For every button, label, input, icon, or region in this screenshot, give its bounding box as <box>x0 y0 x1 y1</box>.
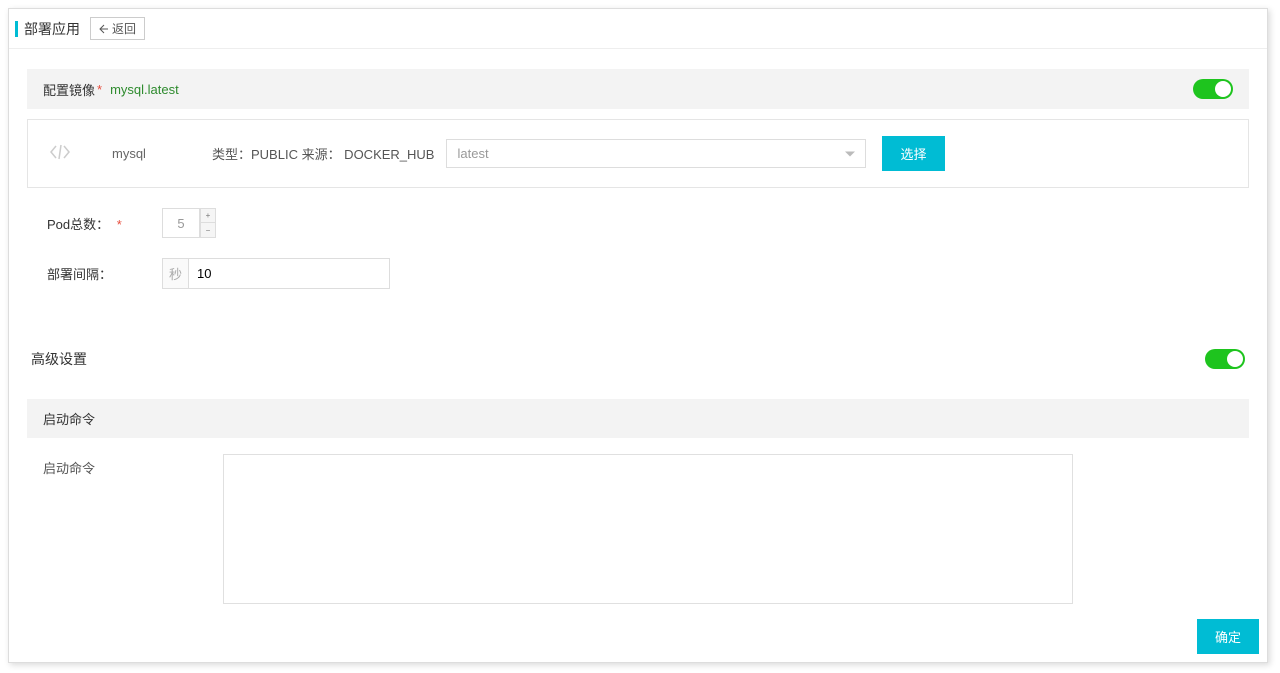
interval-input[interactable] <box>189 261 389 286</box>
page-container: 部署应用 返回 配置镜像 * mysql.latest mysql 类型：PUB <box>8 8 1268 663</box>
required-star: * <box>117 217 122 232</box>
pod-count-row: Pod总数： * + − <box>47 208 1229 238</box>
startup-body: 启动命令 <box>27 438 1249 619</box>
image-section-title: 配置镜像 <box>43 80 95 99</box>
confirm-button[interactable]: 确定 <box>1197 619 1259 654</box>
stepper-up-button[interactable]: + <box>200 208 216 223</box>
type-source-text: 类型：PUBLIC 来源： DOCKER_HUB <box>212 144 434 163</box>
advanced-title: 高级设置 <box>31 349 87 369</box>
pod-count-stepper: + − <box>162 208 216 238</box>
tag-dropdown-value: latest <box>457 146 488 161</box>
image-section-toggle[interactable] <box>1193 79 1233 99</box>
back-button-label: 返回 <box>112 20 136 37</box>
page-header: 部署应用 返回 <box>9 9 1267 49</box>
interval-unit: 秒 <box>163 259 189 288</box>
image-section-header-left: 配置镜像 * mysql.latest <box>43 80 179 99</box>
stepper-down-button[interactable]: − <box>200 223 216 238</box>
code-icon <box>48 143 72 164</box>
deploy-interval-label: 部署间隔： <box>47 264 162 283</box>
pod-count-input[interactable] <box>162 208 200 238</box>
required-star: * <box>97 82 102 97</box>
tag-dropdown[interactable]: latest <box>446 139 866 168</box>
startup-label: 启动命令 <box>43 454 223 477</box>
advanced-header: 高级设置 <box>15 339 1261 379</box>
select-image-button[interactable]: 选择 <box>882 136 944 171</box>
interval-input-wrap: 秒 <box>162 258 390 289</box>
image-full-name: mysql.latest <box>110 82 179 97</box>
back-button[interactable]: 返回 <box>90 17 145 40</box>
advanced-section: 高级设置 启动命令 启动命令 <box>15 339 1261 619</box>
startup-section-title: 启动命令 <box>27 399 1249 438</box>
image-config-section: 配置镜像 * mysql.latest mysql 类型：PUBLIC 来源： … <box>27 69 1249 289</box>
deploy-interval-row: 部署间隔： 秒 <box>47 258 1229 289</box>
page-title: 部署应用 <box>24 19 80 39</box>
scroll-area[interactable]: 配置镜像 * mysql.latest mysql 类型：PUBLIC 来源： … <box>9 49 1267 619</box>
advanced-toggle[interactable] <box>1205 349 1245 369</box>
stepper-buttons: + − <box>200 208 216 238</box>
image-section-header: 配置镜像 * mysql.latest <box>27 69 1249 109</box>
pod-count-label: Pod总数： * <box>47 214 162 233</box>
image-name-label: mysql <box>112 146 212 161</box>
startup-command-textarea[interactable] <box>223 454 1073 604</box>
footer: 确定 <box>1197 619 1259 654</box>
header-accent-bar <box>15 21 18 37</box>
back-arrow-icon <box>99 24 109 34</box>
image-config-box: mysql 类型：PUBLIC 来源： DOCKER_HUB latest 选择 <box>27 119 1249 188</box>
startup-command-section: 启动命令 启动命令 <box>27 399 1249 619</box>
